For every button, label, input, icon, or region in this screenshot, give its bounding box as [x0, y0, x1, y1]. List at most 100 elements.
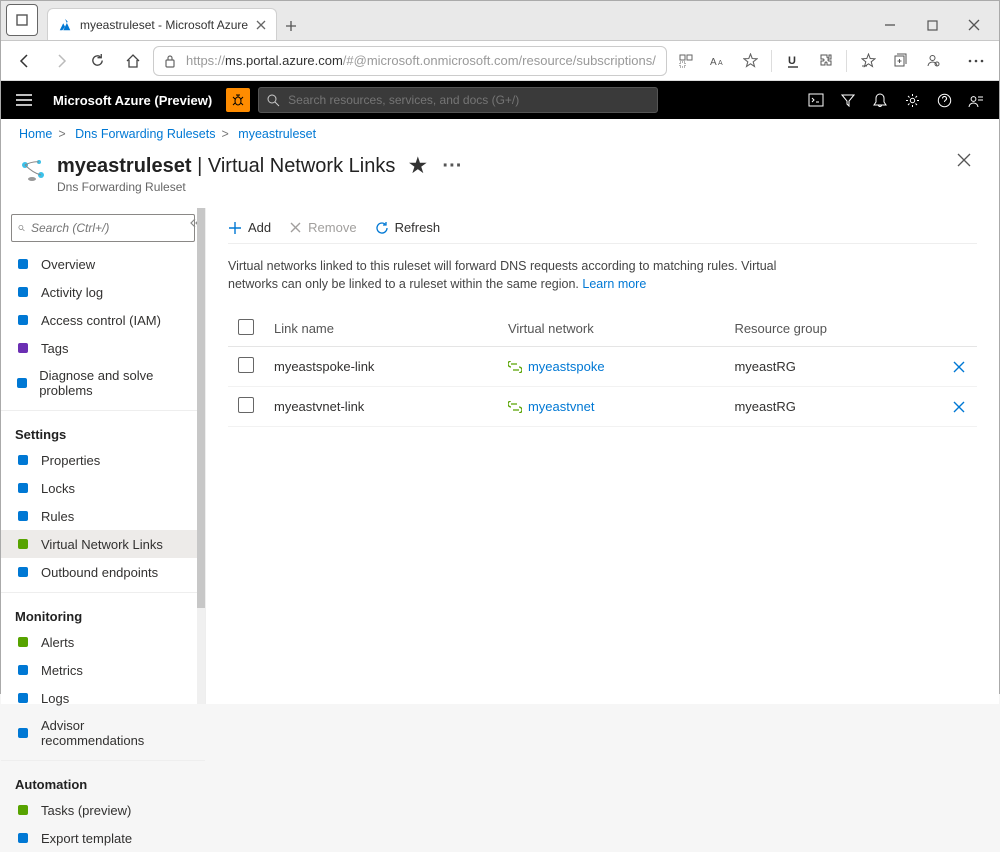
- col-link-name[interactable]: Link name: [264, 311, 498, 347]
- sidebar-item-metrics[interactable]: Metrics: [1, 656, 205, 684]
- portal-menu-button[interactable]: [9, 85, 39, 115]
- delete-row-button[interactable]: [953, 401, 967, 413]
- crumb-current[interactable]: myeastruleset: [238, 127, 316, 141]
- portal-search-input[interactable]: [288, 93, 649, 107]
- sidebar-item-label: Alerts: [41, 635, 74, 650]
- ruleset-icon: [19, 157, 47, 185]
- refresh-button[interactable]: [81, 45, 113, 77]
- learn-more-link[interactable]: Learn more: [582, 277, 646, 291]
- lock-icon: [164, 54, 176, 68]
- back-button[interactable]: [9, 45, 41, 77]
- blade-more-button[interactable]: ···: [442, 155, 462, 177]
- sidebar-item-diagnose-and-solve-problems[interactable]: Diagnose and solve problems: [1, 362, 205, 404]
- sidebar-item-activity-log[interactable]: Activity log: [1, 278, 205, 306]
- tab-close-icon[interactable]: [256, 20, 266, 30]
- plus-icon: [228, 221, 242, 235]
- sidebar-item-logs[interactable]: Logs: [1, 684, 205, 712]
- svg-text:A: A: [710, 57, 717, 68]
- sidebar-item-label: Advisor recommendations: [41, 718, 191, 748]
- more-menu-button[interactable]: [961, 45, 991, 77]
- row-checkbox[interactable]: [238, 397, 254, 413]
- extensions-icon[interactable]: [810, 45, 840, 77]
- crumb-home[interactable]: Home: [19, 127, 52, 141]
- rules-icon: [15, 508, 31, 524]
- sidebar-item-tasks-preview-[interactable]: Tasks (preview): [1, 796, 205, 824]
- cell-rg: myeastRG: [724, 387, 943, 427]
- description-text: Virtual networks linked to this ruleset …: [228, 244, 788, 311]
- browser-tab[interactable]: myeastruleset - Microsoft Azure: [47, 8, 277, 40]
- table-row[interactable]: myeastvnet-link myeastvnet myeastRG: [228, 387, 977, 427]
- azure-favicon-icon: [58, 18, 72, 32]
- col-vnet[interactable]: Virtual network: [498, 311, 724, 347]
- preview-button[interactable]: [226, 88, 250, 112]
- breadcrumb: Home> Dns Forwarding Rulesets> myeastrul…: [1, 119, 999, 149]
- search-icon: [267, 94, 280, 107]
- url-field[interactable]: https://ms.portal.azure.com/#@microsoft.…: [153, 46, 667, 76]
- add-button[interactable]: Add: [228, 220, 271, 235]
- sidebar-item-outbound-endpoints[interactable]: Outbound endpoints: [1, 558, 205, 586]
- sidebar-search-input[interactable]: [31, 221, 188, 235]
- properties-icon: [15, 452, 31, 468]
- sidebar-item-alerts[interactable]: Alerts: [1, 628, 205, 656]
- refresh-icon: [375, 221, 389, 235]
- row-checkbox[interactable]: [238, 357, 254, 373]
- help-button[interactable]: [929, 85, 959, 115]
- refresh-list-button[interactable]: Refresh: [375, 220, 441, 235]
- crumb-parent[interactable]: Dns Forwarding Rulesets: [75, 127, 215, 141]
- sidebar-item-overview[interactable]: Overview: [1, 250, 205, 278]
- filter-button[interactable]: [833, 85, 863, 115]
- col-rg[interactable]: Resource group: [724, 311, 943, 347]
- select-all-checkbox[interactable]: [238, 319, 254, 335]
- favorites-bar-icon[interactable]: [853, 45, 883, 77]
- vnet-link[interactable]: myeastvnet: [508, 399, 714, 414]
- sidebar-item-locks[interactable]: Locks: [1, 474, 205, 502]
- outbound-icon: [15, 564, 31, 580]
- underline-icon[interactable]: U: [778, 45, 808, 77]
- sidebar-item-virtual-network-links[interactable]: Virtual Network Links: [1, 530, 205, 558]
- maximize-button[interactable]: [911, 10, 953, 40]
- cloud-shell-button[interactable]: [801, 85, 831, 115]
- cell-link-name: myeastvnet-link: [264, 387, 498, 427]
- home-button[interactable]: [117, 45, 149, 77]
- command-bar: Add Remove Refresh: [228, 216, 977, 244]
- table-row[interactable]: myeastspoke-linkmyeastspokemyeastRG: [228, 347, 977, 387]
- x-icon: [289, 221, 302, 234]
- sidebar-scrollbar[interactable]: [197, 208, 205, 704]
- minimize-button[interactable]: [869, 10, 911, 40]
- feedback-button[interactable]: [961, 85, 991, 115]
- sidebar-item-access-control-iam-[interactable]: Access control (IAM): [1, 306, 205, 334]
- window-controls: [869, 10, 999, 40]
- sidebar-section-settings: Settings: [1, 417, 205, 446]
- tab-actions-button[interactable]: [6, 4, 38, 36]
- blade-body: Overview Activity log Access control (IAM)…: [1, 208, 999, 704]
- collections-icon[interactable]: [885, 45, 915, 77]
- notifications-button[interactable]: [865, 85, 895, 115]
- sidebar-item-rules[interactable]: Rules: [1, 502, 205, 530]
- tab-title: myeastruleset - Microsoft Azure: [80, 18, 248, 32]
- sidebar-item-tags[interactable]: Tags: [1, 334, 205, 362]
- new-tab-button[interactable]: [277, 12, 305, 40]
- settings-button[interactable]: [897, 85, 927, 115]
- favorite-star-icon[interactable]: [735, 45, 765, 77]
- portal-search[interactable]: [258, 87, 658, 113]
- profile-icon[interactable]: [917, 45, 947, 77]
- sidebar-item-advisor-recommendations[interactable]: Advisor recommendations: [1, 712, 205, 754]
- cell-link-name: myeastspoke-link: [264, 347, 498, 387]
- sidebar-item-label: Activity log: [41, 285, 103, 300]
- sidebar-section-automation: Automation: [1, 767, 205, 796]
- tabs-square-icon: [16, 14, 28, 26]
- window-close-button[interactable]: [953, 10, 995, 40]
- sidebar-item-properties[interactable]: Properties: [1, 446, 205, 474]
- window-chrome: myeastruleset - Microsoft Azure: [1, 1, 999, 41]
- forward-button[interactable]: [45, 45, 77, 77]
- content-pane: Add Remove Refresh Virtual networks link…: [206, 208, 999, 704]
- text-size-icon[interactable]: AA: [703, 45, 733, 77]
- sidebar-search[interactable]: [11, 214, 195, 242]
- remove-button[interactable]: Remove: [289, 220, 356, 235]
- sidebar-item-export-template[interactable]: Export template: [1, 824, 205, 852]
- close-blade-button[interactable]: [957, 153, 981, 177]
- vnet-link[interactable]: myeastspoke: [508, 359, 714, 374]
- breakpoints-icon[interactable]: [671, 45, 701, 77]
- pin-star-icon[interactable]: ★: [409, 155, 427, 177]
- delete-row-button[interactable]: [953, 361, 967, 373]
